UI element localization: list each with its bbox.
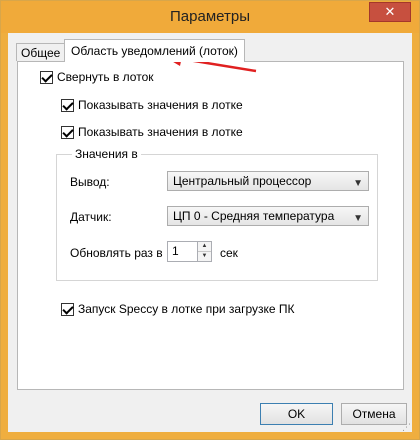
- tab-notification-area[interactable]: Область уведомлений (лоток): [64, 39, 245, 62]
- refresh-interval-stepper[interactable]: ▲ ▼: [198, 241, 212, 262]
- settings-window: Параметры ✕ Общее Область уведомлений (л…: [0, 0, 420, 440]
- output-select[interactable]: Центральный процессор ▼: [167, 171, 369, 191]
- sensor-label: Датчик:: [70, 210, 112, 224]
- tab-panel-notification-area: Свернуть в лоток Показывать значения в л…: [17, 61, 404, 390]
- show-values-option-2[interactable]: Показывать значения в лотке: [61, 125, 243, 139]
- title-bar[interactable]: Параметры ✕: [1, 1, 419, 33]
- minimize-to-tray-label: Свернуть в лоток: [57, 70, 154, 84]
- output-select-value: Центральный процессор: [173, 174, 312, 188]
- values-group: Значения в Вывод: Центральный процессор …: [56, 147, 378, 281]
- refresh-interval-value: 1: [172, 244, 179, 258]
- window-title: Параметры: [170, 8, 250, 25]
- startup-tray-label: Запуск Speccy в лотке при загрузке ПК: [78, 302, 295, 316]
- close-icon: ✕: [384, 4, 396, 19]
- resize-grip-icon[interactable]: ⋰: [402, 423, 411, 432]
- ok-button[interactable]: OK: [260, 403, 333, 425]
- show-values-option-1[interactable]: Показывать значения в лотке: [61, 98, 243, 112]
- close-button[interactable]: ✕: [369, 2, 411, 22]
- show-values-label-1: Показывать значения в лотке: [78, 98, 243, 112]
- sensor-select[interactable]: ЦП 0 - Средняя температура ▼: [167, 206, 369, 226]
- output-label: Вывод:: [70, 175, 110, 189]
- sensor-select-value: ЦП 0 - Средняя температура: [173, 209, 335, 223]
- stepper-down-icon[interactable]: ▼: [198, 252, 211, 261]
- show-values-checkbox-2[interactable]: [61, 125, 74, 139]
- minimize-to-tray-checkbox[interactable]: [40, 70, 53, 84]
- startup-tray-option[interactable]: Запуск Speccy в лотке при загрузке ПК: [61, 302, 295, 316]
- cancel-button[interactable]: Отмена: [341, 403, 407, 425]
- refresh-interval-input[interactable]: 1: [167, 241, 198, 262]
- show-values-label-2: Показывать значения в лотке: [78, 125, 243, 139]
- chevron-down-icon: ▼: [353, 213, 363, 224]
- startup-tray-checkbox[interactable]: [61, 302, 74, 316]
- refresh-unit-label: сек: [220, 246, 238, 260]
- dialog-client-area: Общее Область уведомлений (лоток) Сверну…: [8, 33, 412, 432]
- refresh-label: Обновлять раз в: [70, 246, 163, 260]
- stepper-up-icon[interactable]: ▲: [198, 242, 211, 252]
- minimize-to-tray-option[interactable]: Свернуть в лоток: [40, 70, 154, 84]
- show-values-checkbox-1[interactable]: [61, 98, 74, 112]
- values-group-legend: Значения в: [72, 147, 141, 161]
- chevron-down-icon: ▼: [353, 178, 363, 189]
- tab-general[interactable]: Общее: [16, 43, 66, 61]
